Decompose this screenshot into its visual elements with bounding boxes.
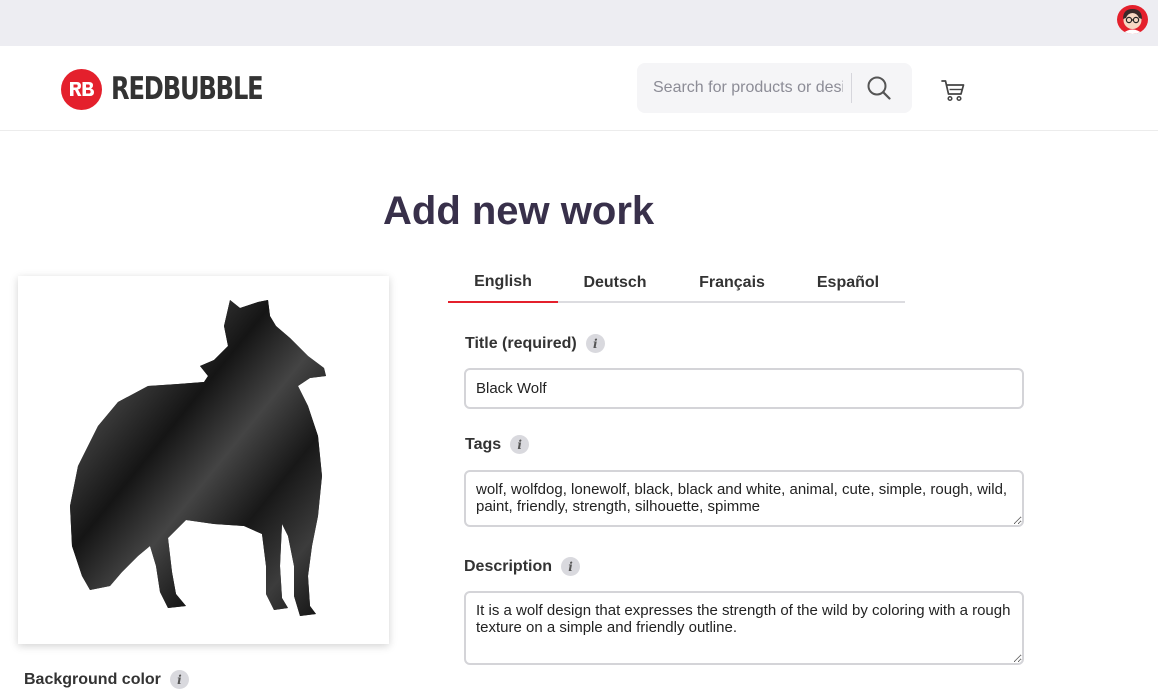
title-input[interactable]	[464, 368, 1024, 409]
title-label-text: Title (required)	[465, 334, 577, 352]
background-color-label-text: Background color	[24, 670, 161, 688]
page-title: Add new work	[383, 189, 655, 233]
tab-deutsch[interactable]: Deutsch	[558, 262, 672, 303]
cart-button[interactable]	[940, 77, 966, 103]
brand-name: REDBUBBLE	[111, 70, 264, 107]
language-tabs: English Deutsch Français Español	[448, 262, 905, 303]
tags-field-label: Tags i	[465, 435, 530, 454]
redbubble-logo[interactable]: REDBUBBLE	[61, 68, 305, 110]
info-icon[interactable]: i	[561, 557, 581, 576]
user-avatar-icon[interactable]	[1117, 5, 1148, 34]
logo-mark-icon	[61, 68, 102, 110]
tags-label-text: Tags	[465, 435, 502, 453]
wolf-silhouette-image	[70, 300, 326, 616]
info-icon[interactable]: i	[169, 670, 189, 689]
search-divider	[851, 73, 852, 103]
title-field-label: Title (required) i	[465, 334, 605, 353]
description-field-label: Description i	[464, 557, 581, 576]
tab-espanol[interactable]: Español	[792, 262, 904, 303]
top-utility-bar	[0, 0, 1158, 46]
tab-english[interactable]: English	[448, 262, 558, 303]
info-icon[interactable]: i	[585, 334, 605, 353]
description-textarea[interactable]: It is a wolf design that expresses the s…	[464, 591, 1024, 665]
tab-francais[interactable]: Français	[672, 262, 792, 303]
site-header: REDBUBBLE	[0, 46, 1158, 131]
description-label-text: Description	[464, 557, 553, 575]
search-bar	[637, 63, 912, 113]
artwork-preview	[18, 276, 389, 644]
search-button[interactable]	[859, 70, 899, 106]
search-input[interactable]	[643, 71, 843, 105]
tags-textarea[interactable]: wolf, wolfdog, lonewolf, black, black an…	[464, 470, 1024, 527]
info-icon[interactable]: i	[510, 435, 530, 454]
cart-icon	[941, 80, 965, 102]
background-color-label: Background color i	[24, 670, 189, 689]
search-icon	[867, 76, 891, 100]
